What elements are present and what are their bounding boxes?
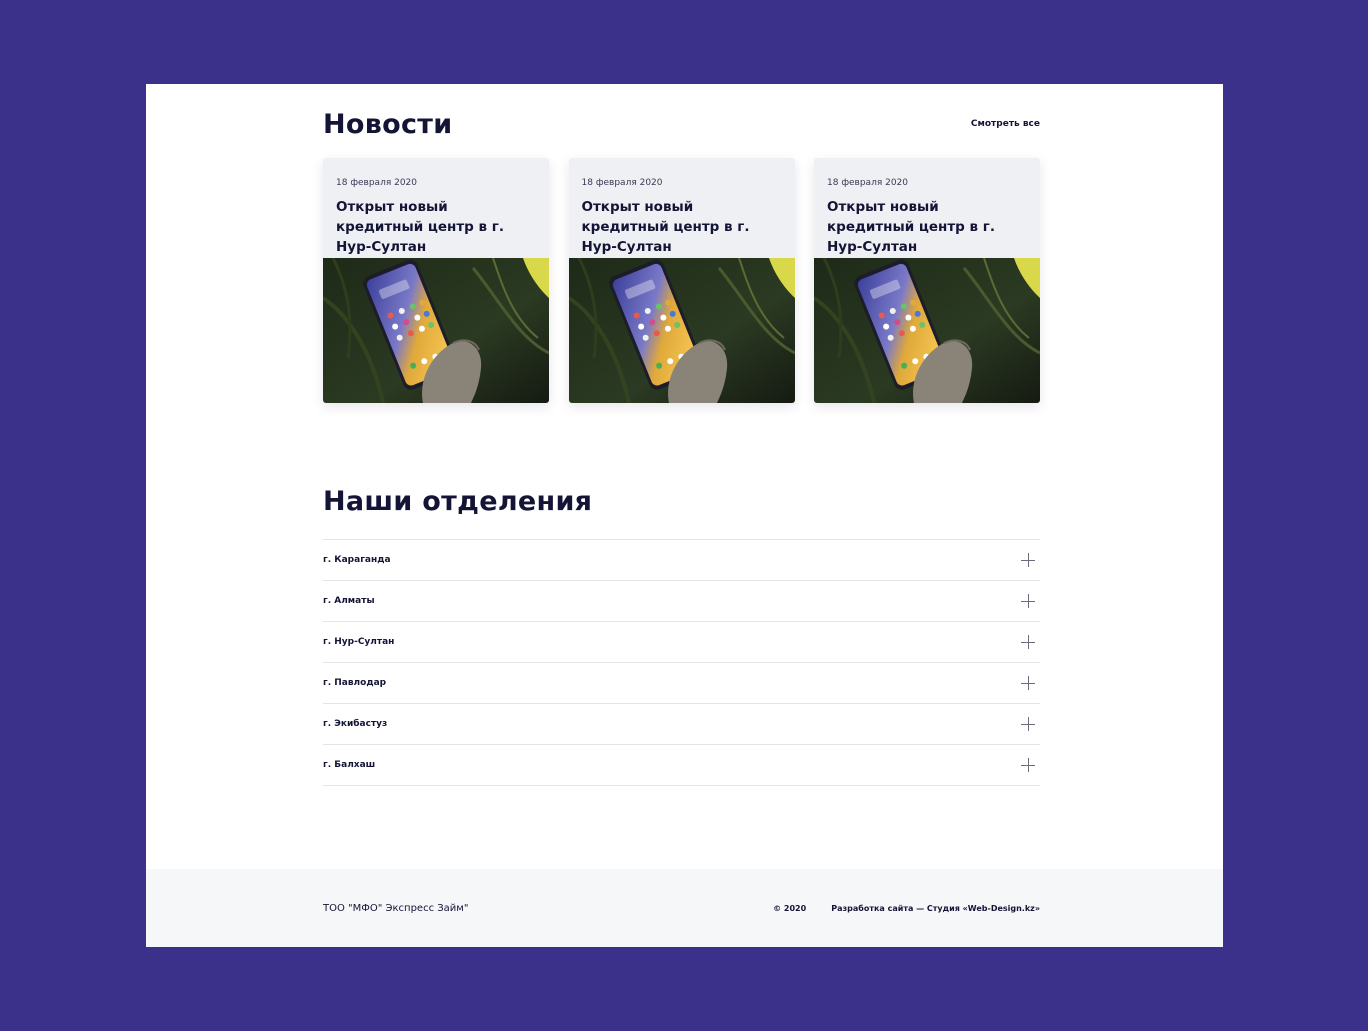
branch-label: г. Нур-Султан (323, 637, 395, 647)
page: Новости Смотреть все 18 февраля 2020 Отк… (146, 84, 1223, 947)
news-header: Новости Смотреть все (323, 104, 1040, 144)
news-card-image (568, 258, 795, 403)
news-card-image (323, 258, 549, 403)
plus-icon[interactable] (1021, 553, 1035, 567)
branches-title: Наши отделения (323, 486, 593, 517)
copyright: © 2020 (773, 903, 807, 913)
news-card-title: Открыт новый кредитный центр в г. Нур-Су… (827, 199, 995, 255)
footer-right: © 2020 Разработка сайта — Студия «Web-De… (773, 904, 1040, 913)
branch-item-nur-sultan[interactable]: г. Нур-Султан (323, 622, 1040, 663)
footer: ТОО "МФО" Экспресс Займ" © 2020 Разработ… (146, 869, 1223, 947)
news-card-date: 18 февраля 2020 (581, 178, 663, 188)
plus-icon[interactable] (1021, 717, 1035, 731)
developer-link[interactable]: Разработка сайта — Студия «Web-Design.kz… (831, 904, 1040, 913)
branch-item-ekibastuz[interactable]: г. Экибастуз (323, 704, 1040, 745)
plus-icon[interactable] (1021, 758, 1035, 772)
news-card-text: 18 февраля 2020 Открыт новый кредитный ц… (569, 158, 795, 258)
news-card[interactable]: 18 февраля 2020 Открыт новый кредитный ц… (568, 158, 795, 403)
news-cards: 18 февраля 2020 Открыт новый кредитный ц… (323, 158, 1040, 403)
news-card[interactable]: 18 февраля 2020 Открыт новый кредитный ц… (323, 158, 549, 403)
plus-icon[interactable] (1021, 594, 1035, 608)
news-card-text: 18 февраля 2020 Открыт новый кредитный ц… (814, 158, 1040, 258)
branch-item-karaganda[interactable]: г. Караганда (323, 540, 1040, 581)
branch-label: г. Экибастуз (323, 719, 388, 729)
news-card-date: 18 февраля 2020 (336, 178, 418, 188)
see-all-link[interactable]: Смотреть все (971, 119, 1040, 129)
footer-content: ТОО "МФО" Экспресс Займ" © 2020 Разработ… (323, 869, 1040, 947)
branch-label: г. Балхаш (323, 760, 376, 770)
plus-icon[interactable] (1021, 635, 1035, 649)
news-card[interactable]: 18 февраля 2020 Открыт новый кредитный ц… (814, 158, 1040, 403)
branch-item-balkhash[interactable]: г. Балхаш (323, 745, 1040, 786)
branch-item-almaty[interactable]: г. Алматы (323, 581, 1040, 622)
branch-label: г. Караганда (323, 555, 391, 565)
company-name: ТОО "МФО" Экспресс Займ" (323, 902, 469, 914)
news-card-text: 18 февраля 2020 Открыт новый кредитный ц… (323, 158, 549, 258)
branch-label: г. Алматы (323, 596, 375, 606)
news-title: Новости (323, 108, 453, 140)
branch-label: г. Павлодар (323, 678, 387, 688)
news-card-title: Открыт новый кредитный центр в г. Нур-Су… (336, 199, 504, 255)
branch-item-pavlodar[interactable]: г. Павлодар (323, 663, 1040, 704)
branches-accordion: г. Караганда г. Алматы г. Нур-Султан г. … (323, 539, 1040, 786)
news-card-image (814, 258, 1040, 403)
news-card-date: 18 февраля 2020 (827, 178, 909, 188)
news-card-title: Открыт новый кредитный центр в г. Нур-Су… (581, 199, 750, 255)
plus-icon[interactable] (1021, 676, 1035, 690)
